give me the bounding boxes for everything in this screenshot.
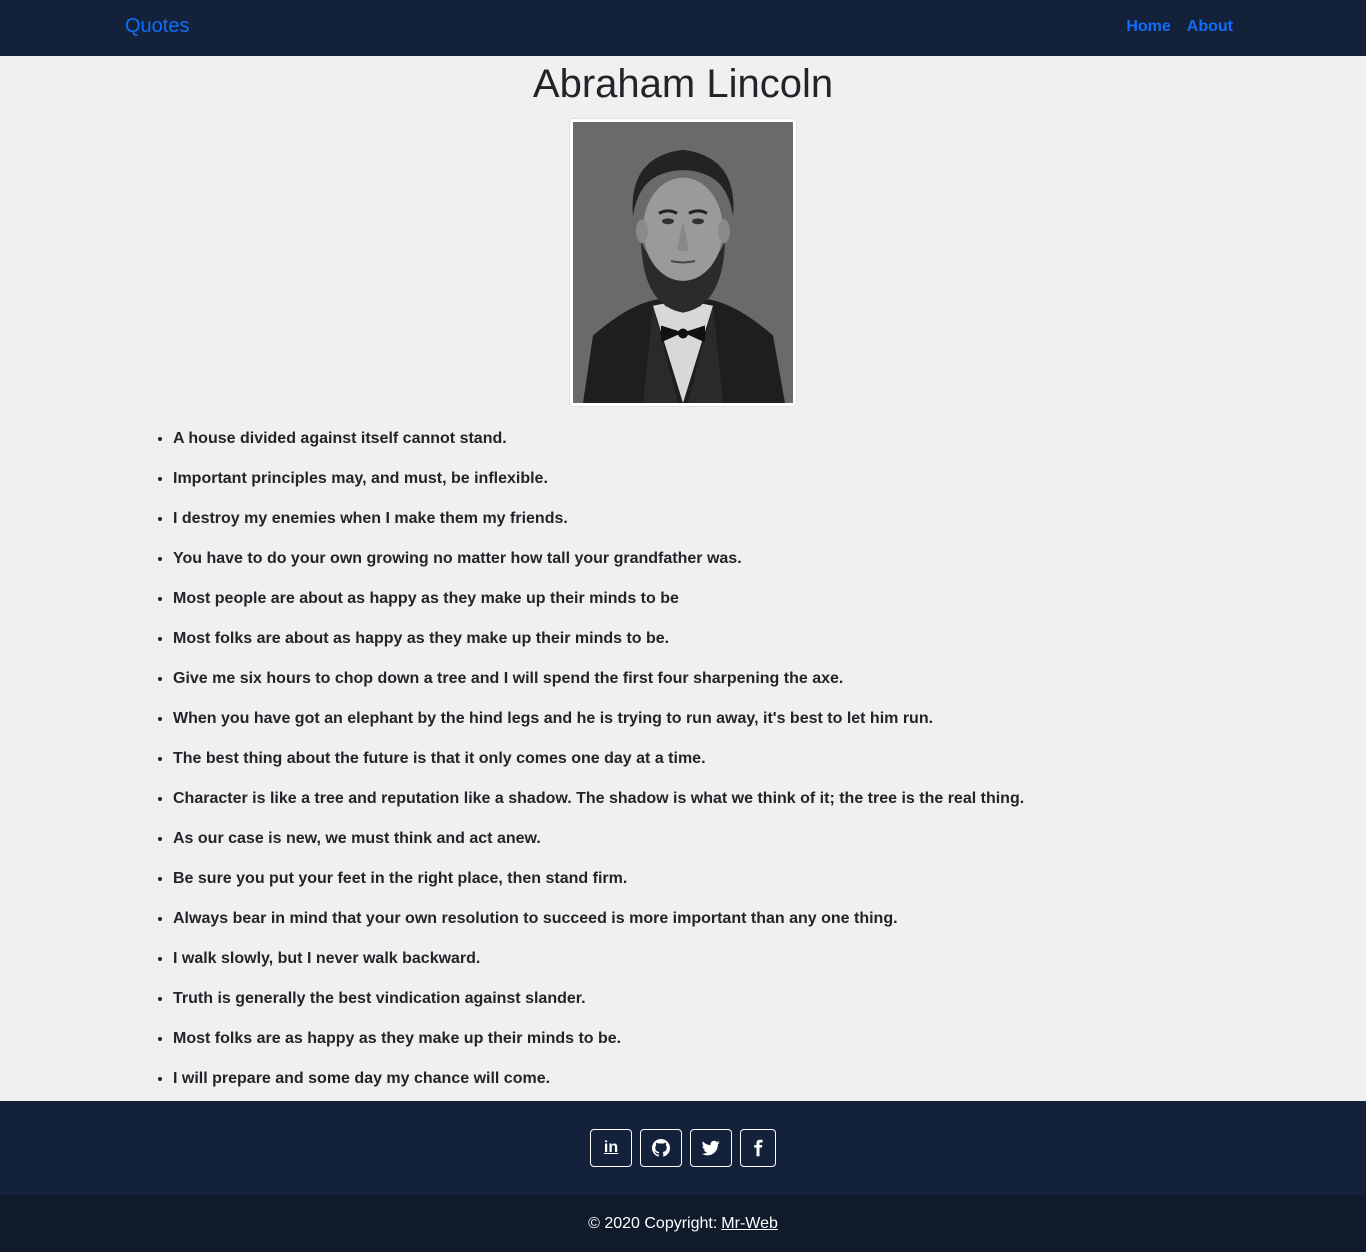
github-button[interactable] bbox=[640, 1129, 682, 1167]
portrait-frame bbox=[569, 118, 797, 407]
brand-link[interactable]: Quotes bbox=[125, 15, 189, 38]
page-title: Abraham Lincoln bbox=[532, 62, 834, 106]
quote-item: Character is like a tree and reputation … bbox=[173, 789, 1366, 809]
portrait-image bbox=[573, 122, 793, 403]
nav-links: Home About bbox=[1126, 18, 1233, 36]
quote-item: Most folks are about as happy as they ma… bbox=[173, 629, 1366, 649]
quote-item: The best thing about the future is that … bbox=[173, 749, 1366, 769]
linkedin-button[interactable]: in bbox=[590, 1129, 632, 1167]
quote-item: You have to do your own growing no matte… bbox=[173, 549, 1366, 569]
quote-item: When you have got an elephant by the hin… bbox=[173, 709, 1366, 729]
copyright-text: © 2020 Copyright: bbox=[588, 1214, 718, 1232]
quote-list: A house divided against itself cannot st… bbox=[173, 429, 1366, 1089]
top-navbar: Quotes Home About bbox=[0, 0, 1366, 56]
quote-item: I walk slowly, but I never walk backward… bbox=[173, 949, 1366, 969]
facebook-button[interactable] bbox=[740, 1129, 776, 1167]
facebook-icon bbox=[754, 1139, 763, 1157]
nav-about-link[interactable]: About bbox=[1187, 18, 1233, 36]
quote-item: As our case is new, we must think and ac… bbox=[173, 829, 1366, 849]
linkedin-icon: in bbox=[603, 1139, 619, 1156]
copyright-footer: © 2020 Copyright: Mr-Web bbox=[0, 1195, 1366, 1252]
twitter-icon bbox=[702, 1140, 720, 1156]
quote-item: Most people are about as happy as they m… bbox=[173, 589, 1366, 609]
quote-item: Always bear in mind that your own resolu… bbox=[173, 909, 1366, 929]
twitter-button[interactable] bbox=[690, 1129, 732, 1167]
quote-item: Important principles may, and must, be i… bbox=[173, 469, 1366, 489]
nav-home-link[interactable]: Home bbox=[1126, 18, 1170, 36]
quote-item: I destroy my enemies when I make them my… bbox=[173, 509, 1366, 529]
quote-item: Most folks are as happy as they make up … bbox=[173, 1029, 1366, 1049]
quote-item: Give me six hours to chop down a tree an… bbox=[173, 669, 1366, 689]
quote-item: A house divided against itself cannot st… bbox=[173, 429, 1366, 449]
social-footer: in bbox=[0, 1101, 1366, 1195]
github-icon bbox=[652, 1139, 670, 1157]
author-link[interactable]: Mr-Web bbox=[721, 1215, 778, 1233]
portrait-illustration bbox=[573, 122, 793, 403]
quote-item: Truth is generally the best vindication … bbox=[173, 989, 1366, 1009]
quote-item: Be sure you put your feet in the right p… bbox=[173, 869, 1366, 889]
quote-item: I will prepare and some day my chance wi… bbox=[173, 1069, 1366, 1089]
